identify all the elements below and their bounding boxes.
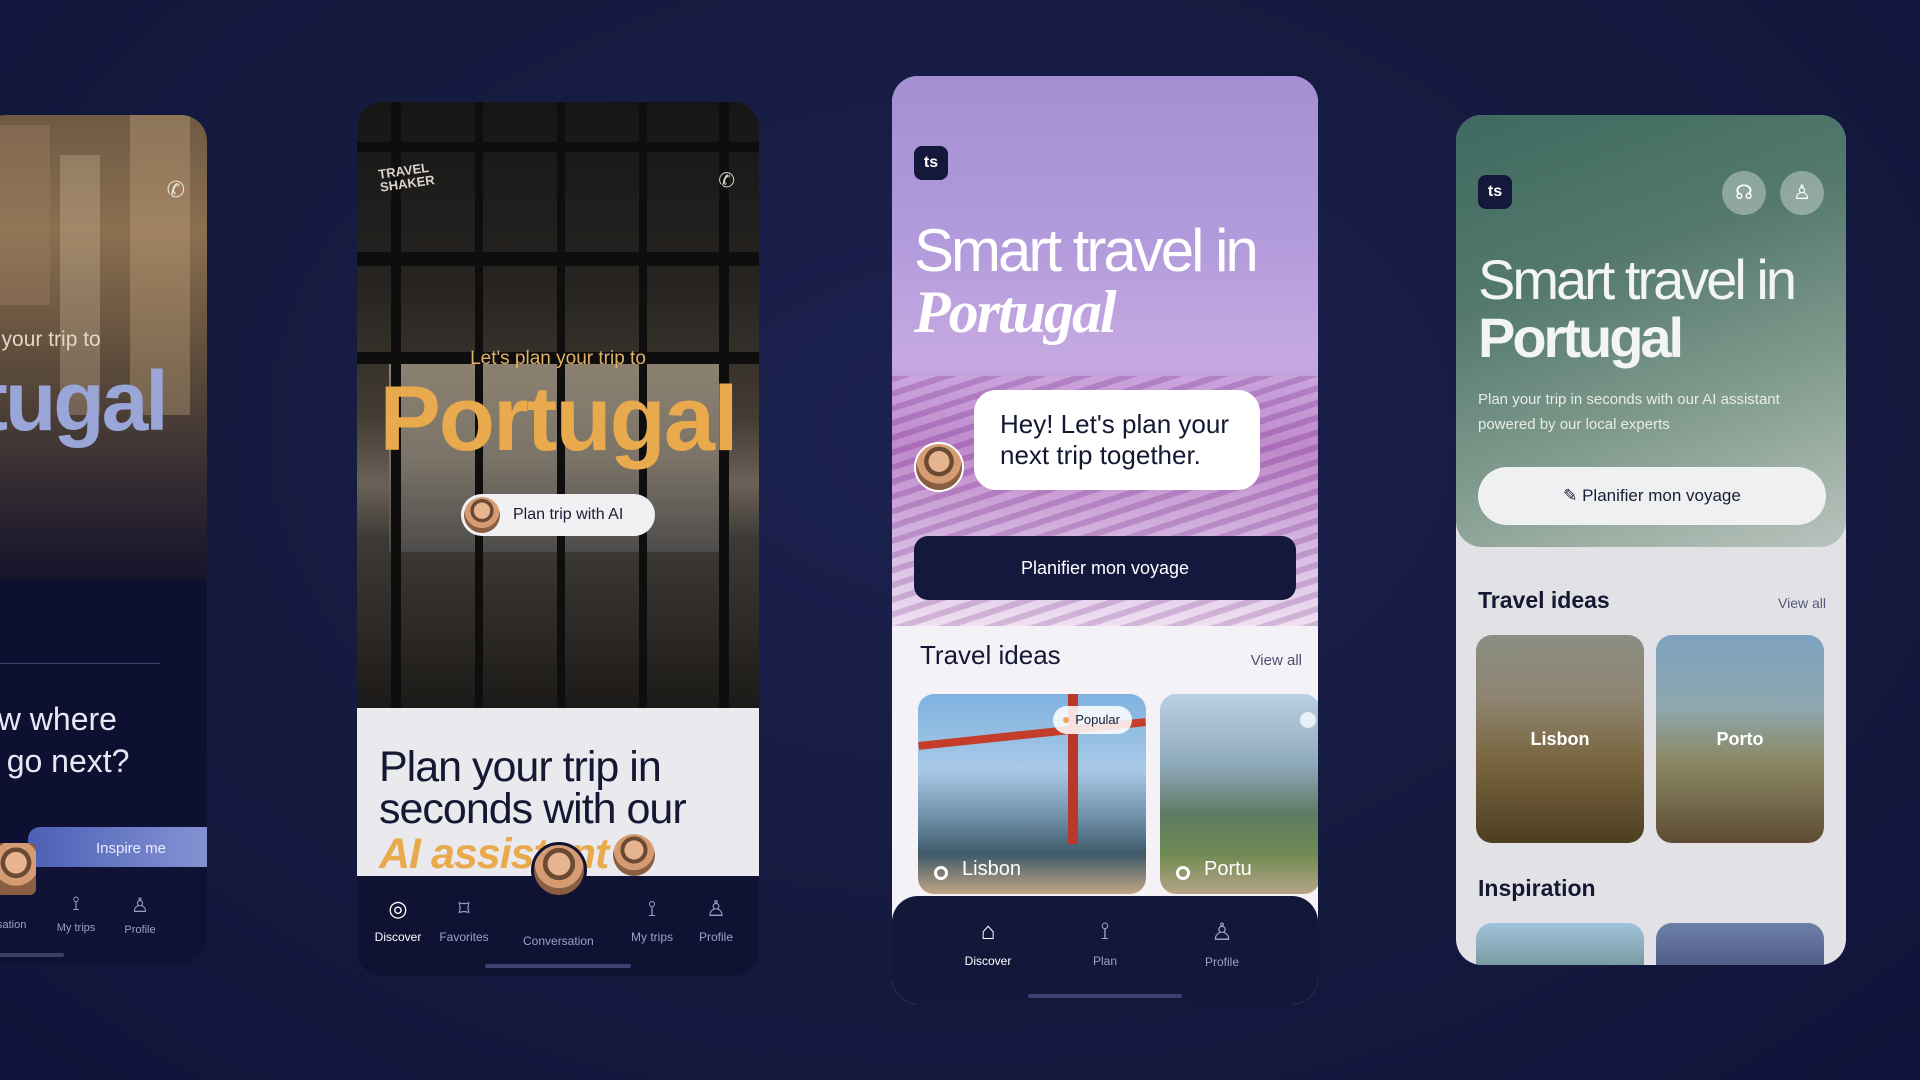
question-text: ow where o go next?	[0, 701, 130, 779]
badge-dot-icon	[1063, 717, 1070, 723]
nav-label: Favorites	[439, 930, 489, 944]
nav-label: versation	[0, 919, 27, 931]
hero-subtitle: Plan your trip in seconds with our AI as…	[1478, 391, 1780, 433]
favorite-icon[interactable]	[1300, 712, 1316, 728]
nav-item-conversation[interactable]: versation	[0, 919, 36, 931]
assistant-avatar	[914, 442, 964, 492]
nav-item-favorites[interactable]: ⌑ Favorites	[429, 896, 499, 944]
phone-screen-left: ✆ n your trip to tugal ow where o go nex…	[0, 115, 207, 963]
nav-label: My trips	[56, 922, 96, 934]
promo-headline: Plan your trip in seconds with our	[379, 743, 687, 833]
phone-screen-portugal: TRAVEL SHAKER ✆ Let's plan your trip to …	[357, 102, 759, 976]
plan-trip-button[interactable]: Planifier mon voyage	[914, 536, 1296, 600]
chat-bubble: Hey! Let's plan your next trip together.	[974, 390, 1260, 490]
inspiration-card[interactable]	[1476, 923, 1644, 965]
hero-title: Smart travel in	[914, 217, 1259, 284]
inspiration-card[interactable]	[1656, 923, 1824, 965]
nav-item-profile[interactable]: ♙ Profile	[108, 893, 172, 936]
nav-label: Discover	[964, 954, 1012, 968]
nav-item-discover[interactable]: ⌂ Discover	[948, 918, 1028, 968]
card-title: Porto	[1716, 729, 1764, 749]
nav-label: Profile	[1204, 955, 1239, 969]
view-all-link[interactable]: View all	[1251, 652, 1302, 669]
nav-item-profile[interactable]: ♙ Profile	[681, 896, 751, 944]
popular-badge: Popular	[1053, 706, 1132, 734]
nav-item-my-trips[interactable]: ⟟ My trips	[44, 893, 108, 934]
destination-card-porto[interactable]: Portu	[1160, 694, 1318, 894]
destination-title: Portugal	[379, 368, 738, 470]
home-indicator	[1028, 994, 1182, 998]
home-indicator	[485, 964, 631, 968]
nav-label: Plan	[1092, 954, 1118, 968]
nav-label: Conversation	[523, 934, 594, 948]
plan-trip-button[interactable]: ✎ Planifier mon voyage	[1478, 467, 1826, 525]
route-icon: ⟟	[72, 893, 80, 915]
badge-label: Popular	[1075, 712, 1120, 727]
magic-wand-icon: ✎	[1563, 486, 1583, 505]
card-title: Portu	[1204, 858, 1252, 880]
home-icon: ⌂	[980, 918, 996, 945]
nav-item-my-trips[interactable]: ⟟ My trips	[617, 896, 687, 944]
bottom-nav: versation ⟟ My trips ♙ Profile	[0, 843, 207, 963]
route-icon: ⟟	[1100, 918, 1110, 945]
phone-icon[interactable]: ✆	[718, 168, 735, 193]
nav-item-profile[interactable]: ♙ Profile	[1182, 918, 1262, 969]
location-pin-icon	[934, 866, 948, 880]
card-title: Lisbon	[1530, 729, 1590, 749]
compass-icon: ◎	[388, 896, 408, 921]
plan-trip-label: Plan trip with AI	[513, 506, 624, 523]
hero-title-accent: Portugal	[914, 279, 1117, 345]
cta-label: Planifier mon voyage	[1582, 486, 1741, 505]
assistant-avatar	[613, 834, 655, 876]
nav-label: Discover	[374, 930, 422, 944]
phone-screen-green: ts ☊ ♙ Smart travel in Portugal Plan you…	[1456, 115, 1846, 965]
user-icon: ♙	[1211, 919, 1233, 946]
section-title: Travel ideas	[1478, 587, 1610, 613]
assistant-avatar	[464, 497, 500, 533]
plan-trip-ai-button[interactable]: Plan trip with AI	[461, 494, 655, 536]
hero-title-accent: Portugal	[1478, 306, 1684, 369]
headset-icon[interactable]: ☊	[1722, 171, 1766, 215]
nav-item-plan[interactable]: ⟟ Plan	[1065, 918, 1145, 968]
pre-title: n your trip to	[0, 328, 101, 351]
user-icon: ♙	[706, 896, 726, 921]
conversation-avatar[interactable]	[531, 842, 587, 898]
nav-item-conversation[interactable]: Conversation	[523, 934, 594, 948]
nav-item-discover[interactable]: ◎ Discover	[363, 896, 433, 944]
bottom-nav: ⌂ Discover ⟟ Plan ♙ Profile	[892, 896, 1318, 1004]
home-indicator	[0, 953, 64, 957]
ts-logo: ts	[914, 146, 948, 180]
destination-card-lisbon[interactable]: Popular Lisbon	[918, 694, 1146, 894]
phone-icon[interactable]: ✆	[167, 177, 185, 203]
nav-label: Profile	[124, 924, 156, 936]
nav-label: Profile	[698, 930, 733, 944]
destination-title: tugal	[0, 354, 169, 448]
conversation-avatar[interactable]	[0, 843, 36, 895]
nav-label: My trips	[631, 930, 673, 944]
hero-title: Smart travel in	[1478, 248, 1797, 311]
bookmark-icon: ⌑	[458, 896, 470, 921]
location-pin-icon	[1176, 866, 1190, 880]
route-icon: ⟟	[647, 896, 657, 921]
user-icon: ♙	[131, 895, 149, 917]
bottom-nav: ◎ Discover ⌑ Favorites Conversation ⟟ My…	[357, 842, 759, 976]
section-title: Travel ideas	[920, 640, 1061, 670]
destination-card-lisbon[interactable]: Lisbon	[1476, 635, 1644, 843]
phone-screen-smart-travel: ts Smart travel in Portugal Hey! Let's p…	[892, 76, 1318, 1004]
card-title: Lisbon	[962, 858, 1021, 880]
section-title-inspiration: Inspiration	[1478, 875, 1596, 901]
ts-logo: ts	[1478, 175, 1512, 209]
divider	[0, 663, 160, 664]
user-icon[interactable]: ♙	[1780, 171, 1824, 215]
view-all-link[interactable]: View all	[1778, 595, 1826, 611]
destination-card-porto[interactable]: Porto	[1656, 635, 1824, 843]
